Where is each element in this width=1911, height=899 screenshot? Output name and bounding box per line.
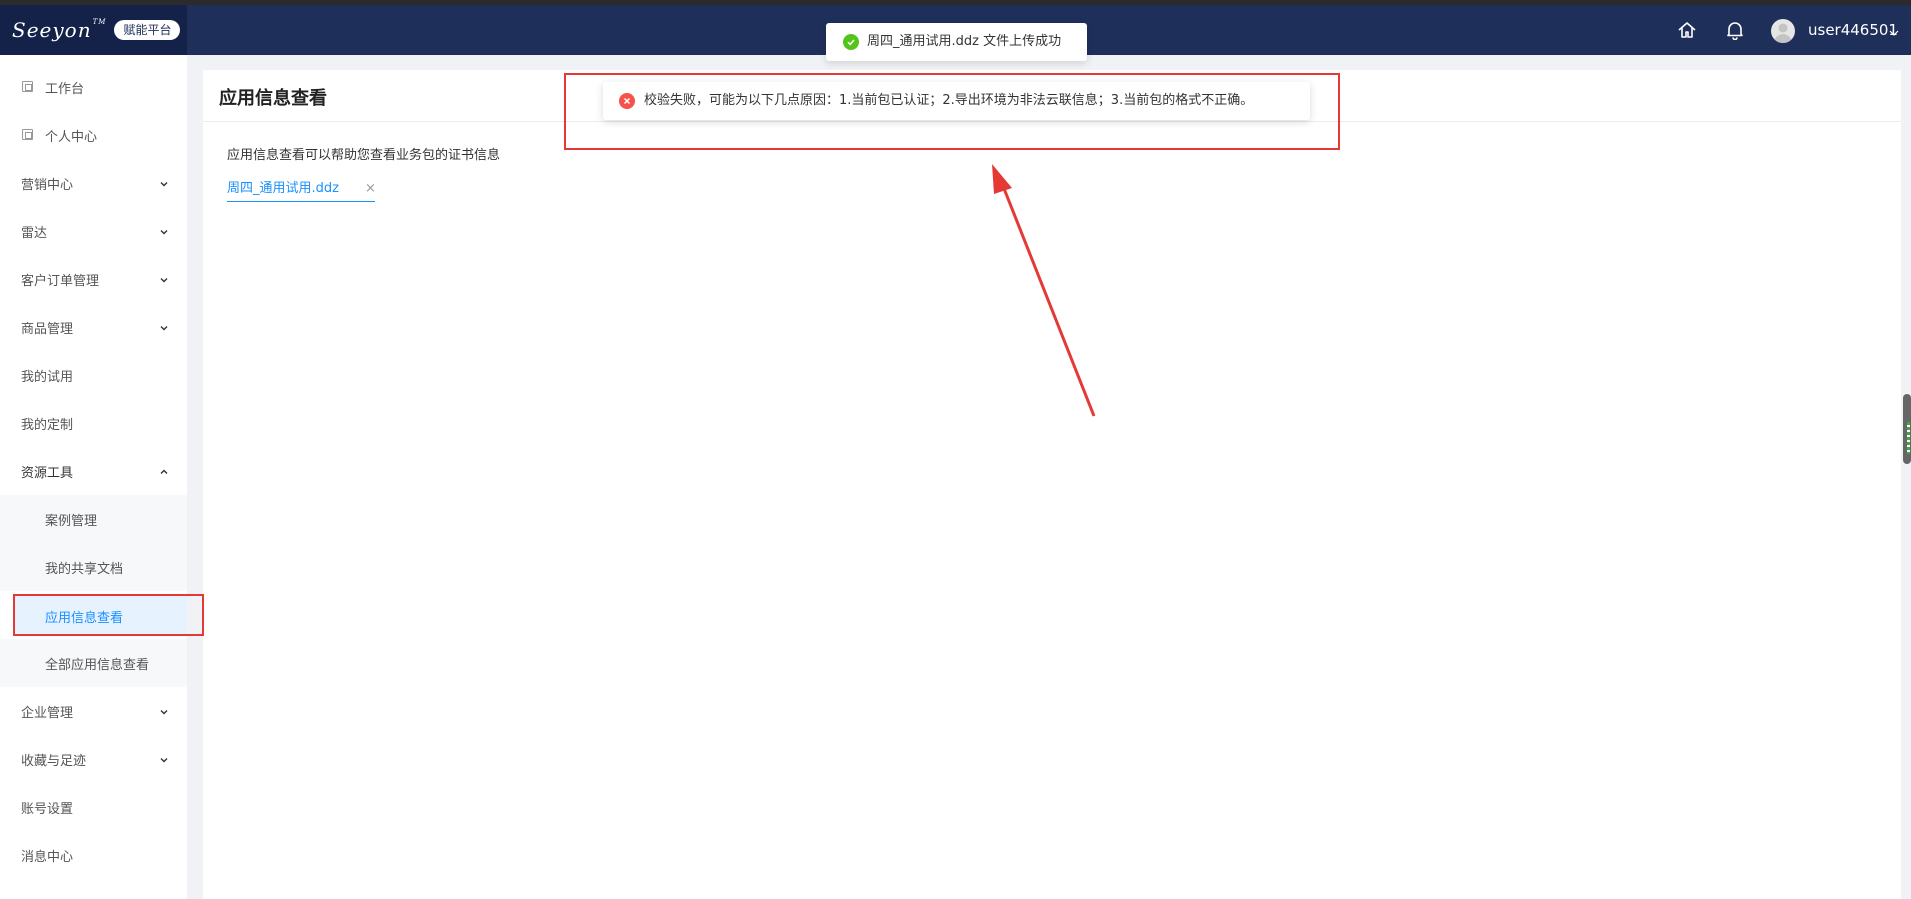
- sidebar-item-products[interactable]: 商品管理: [0, 303, 187, 351]
- scrollbar[interactable]: [1903, 394, 1911, 464]
- sidebar-item-my-custom[interactable]: 我的定制: [0, 399, 187, 447]
- sidebar: 工作台 个人中心 营销中心 雷达 客户订单管理 商品管理 我的试用 我的定制 资…: [0, 55, 187, 899]
- chevron-down-icon: [159, 226, 169, 241]
- sidebar-item-workbench[interactable]: 工作台: [0, 63, 187, 111]
- page-title: 应用信息查看: [219, 88, 327, 109]
- chevron-down-icon[interactable]: [1889, 23, 1899, 42]
- sidebar-item-cases[interactable]: 案例管理: [0, 495, 187, 543]
- success-message: 周四_通用试用.ddz 文件上传成功: [867, 34, 1062, 49]
- chevron-up-icon: [159, 466, 169, 481]
- chevron-down-icon: [159, 322, 169, 337]
- sidebar-item-marketing[interactable]: 营销中心: [0, 159, 187, 207]
- chevron-down-icon: [159, 754, 169, 769]
- sidebar-item-resources[interactable]: 资源工具: [0, 447, 187, 495]
- sidebar-item-enterprise[interactable]: 企业管理: [0, 687, 187, 735]
- bell-icon[interactable]: [1724, 19, 1746, 41]
- platform-badge: 赋能平台: [114, 20, 181, 40]
- chevron-down-icon: [159, 178, 169, 193]
- sidebar-item-my-trial[interactable]: 我的试用: [0, 351, 187, 399]
- page-icon: [22, 129, 33, 140]
- sidebar-item-messages[interactable]: 消息中心: [0, 831, 187, 879]
- check-circle-icon: [843, 34, 859, 50]
- sidebar-item-account-settings[interactable]: 账号设置: [0, 783, 187, 831]
- chevron-down-icon: [159, 274, 169, 289]
- logo-text: SeeyonTM: [12, 18, 107, 42]
- annotation-box-sidebar: [13, 594, 204, 636]
- sidebar-item-customer-orders[interactable]: 客户订单管理: [0, 255, 187, 303]
- success-toast: 周四_通用试用.ddz 文件上传成功: [826, 23, 1087, 61]
- uploaded-file[interactable]: 周四_通用试用.ddz ×: [227, 180, 376, 202]
- page-icon: [22, 81, 33, 92]
- sidebar-item-shared-docs[interactable]: 我的共享文档: [0, 543, 187, 591]
- home-icon[interactable]: [1676, 19, 1698, 41]
- sidebar-item-all-app-info[interactable]: 全部应用信息查看: [0, 639, 187, 687]
- sidebar-item-radar[interactable]: 雷达: [0, 207, 187, 255]
- main-content: 应用信息查看 应用信息查看可以帮助您查看业务包的证书信息 周四_通用试用.ddz…: [203, 70, 1901, 899]
- sidebar-item-personal-center[interactable]: 个人中心: [0, 111, 187, 159]
- chevron-down-icon: [159, 706, 169, 721]
- annotation-box-error: [564, 73, 1340, 150]
- avatar[interactable]: [1771, 19, 1795, 43]
- logo[interactable]: SeeyonTM 赋能平台: [0, 5, 187, 55]
- sidebar-item-favorites[interactable]: 收藏与足迹: [0, 735, 187, 783]
- close-icon[interactable]: ×: [365, 181, 376, 197]
- username[interactable]: user446501: [1808, 20, 1898, 40]
- file-name-link[interactable]: 周四_通用试用.ddz: [227, 180, 339, 198]
- page-description: 应用信息查看可以帮助您查看业务包的证书信息: [227, 148, 501, 163]
